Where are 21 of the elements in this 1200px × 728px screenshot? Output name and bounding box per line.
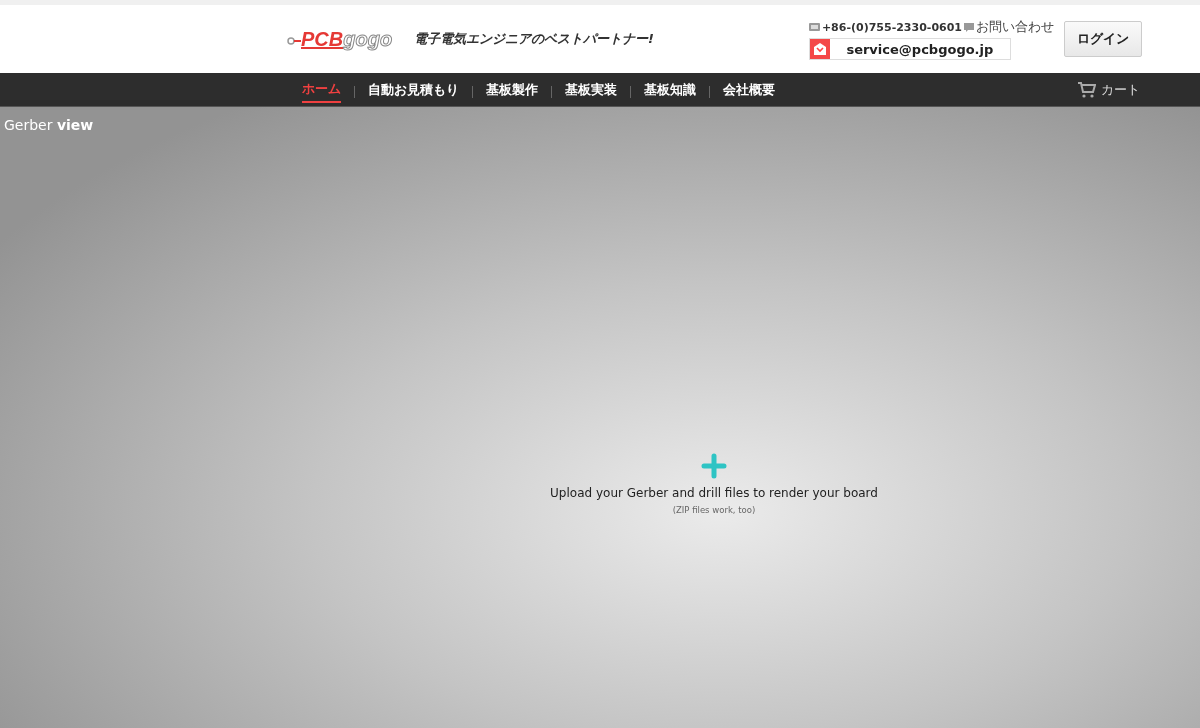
nav-item[interactable]: 基板実装: [565, 77, 617, 102]
phone-icon: [808, 23, 820, 31]
nav-item[interactable]: ホーム: [302, 76, 341, 103]
logo[interactable]: PCBgogo: [287, 27, 393, 51]
login-button[interactable]: ログイン: [1064, 21, 1142, 57]
phone-number: +86-(0)755-2330-0601: [821, 20, 962, 34]
nav-item[interactable]: 基板製作: [486, 77, 538, 102]
cart-icon: [1078, 81, 1096, 98]
upload-instruction: Upload your Gerber and drill files to render your board: [550, 486, 878, 500]
mail-icon: [812, 43, 827, 55]
email-field: service@pcbgogo.jp: [808, 38, 1011, 60]
nav-item[interactable]: 会社概要: [723, 77, 775, 102]
plus-icon[interactable]: [701, 453, 727, 479]
upload-hint: (ZIP files work, too): [672, 505, 756, 515]
contact-link[interactable]: お問い合わせ: [976, 18, 1054, 36]
nav-item[interactable]: 自動お見積もり: [368, 77, 459, 102]
viewer-title: Gerber view: [3, 116, 95, 135]
tagline: 電子電気エンジニアのベストパートナー!: [414, 30, 655, 48]
nav-item[interactable]: 基板知識: [644, 77, 696, 102]
cart-link[interactable]: カート: [1078, 80, 1140, 99]
chat-icon: [964, 22, 974, 32]
